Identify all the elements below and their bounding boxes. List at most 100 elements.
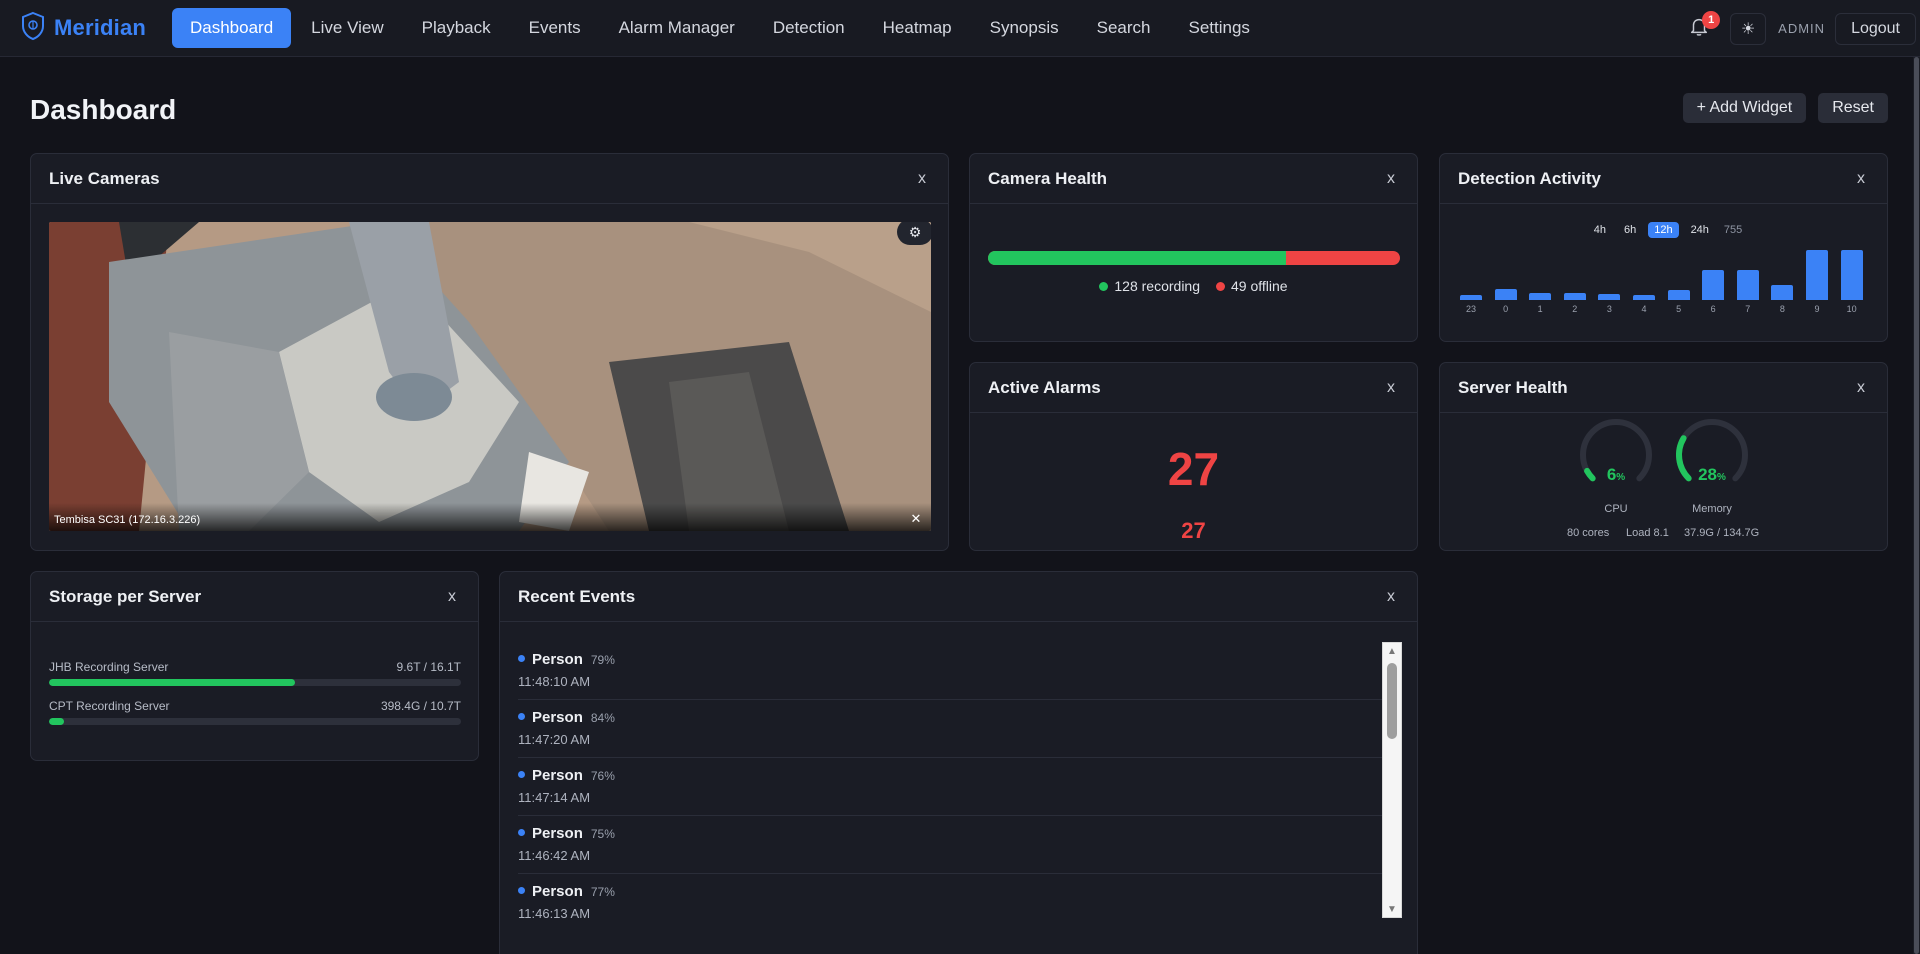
notifications-button[interactable]: 1	[1682, 10, 1721, 46]
cpu-cores: 80 cores	[1567, 527, 1610, 539]
active-alarms-widget: Active Alarms x 27 27	[969, 362, 1418, 551]
event-type: Person	[532, 709, 583, 726]
chart-bar[interactable]	[1460, 295, 1482, 300]
widget-close-button[interactable]: x	[1383, 379, 1399, 397]
chart-tick-label: 2	[1572, 304, 1578, 314]
chart-bar[interactable]	[1563, 292, 1586, 300]
server-health-widget: Server Health x 6% CPU 80 cores Load 8.1…	[1439, 362, 1888, 551]
current-user-label: ADMIN	[1778, 21, 1826, 36]
widget-close-button[interactable]: x	[1383, 588, 1399, 606]
event-item[interactable]: Person 75% 11:46:42 AM	[518, 816, 1383, 874]
event-type: Person	[532, 883, 583, 900]
event-confidence: 77%	[590, 885, 615, 899]
widget-title: Camera Health	[988, 168, 1108, 188]
nav-item-playback[interactable]: Playback	[403, 8, 510, 48]
scroll-up-arrow-icon[interactable]: ▲	[1383, 643, 1401, 659]
chart-bar[interactable]	[1529, 292, 1552, 300]
nav-item-detection[interactable]: Detection	[754, 8, 864, 48]
legend-offline: 49 offline	[1216, 278, 1288, 294]
camera-settings-button[interactable]: ⚙	[897, 222, 931, 245]
chart-bar-column: 7	[1735, 246, 1761, 314]
nav-menu: Dashboard Live View Playback Events Alar…	[172, 8, 1269, 48]
chart-tick-label: 4	[1641, 304, 1647, 314]
nav-item-events[interactable]: Events	[510, 8, 600, 48]
chart-bar[interactable]	[1667, 290, 1690, 300]
detection-total: 755	[1723, 224, 1743, 236]
range-4h-button[interactable]: 4h	[1588, 222, 1612, 238]
chart-bar[interactable]	[1806, 250, 1828, 300]
storage-usage-bar	[49, 718, 461, 725]
cpu-label: CPU	[1604, 503, 1628, 515]
range-12h-button[interactable]: 12h	[1648, 222, 1679, 238]
chart-bar[interactable]	[1633, 295, 1655, 300]
nav-item-synopsis[interactable]: Synopsis	[971, 8, 1078, 48]
nav-item-live-view[interactable]: Live View	[292, 8, 402, 48]
event-item[interactable]: Person 79% 11:48:10 AM	[518, 642, 1383, 700]
nav-right: 1 ☀ ADMIN Logout	[1682, 0, 1920, 57]
close-stream-icon[interactable]: ✕	[909, 511, 923, 526]
event-time: 11:47:20 AM	[518, 732, 591, 747]
event-dot-icon	[518, 887, 525, 894]
widget-close-button[interactable]: x	[1853, 379, 1869, 397]
widget-title: Recent Events	[518, 586, 636, 606]
storage-usage-fill	[49, 679, 295, 686]
widget-close-button[interactable]: x	[444, 588, 460, 606]
nav-item-heatmap[interactable]: Heatmap	[864, 8, 971, 48]
event-item[interactable]: Person 77% 11:46:13 AM	[518, 874, 1383, 920]
widget-header: Camera Health x	[970, 154, 1417, 204]
camera-health-legend: 128 recording 49 offline	[970, 278, 1417, 294]
top-navigation: Meridian Dashboard Live View Playback Ev…	[0, 0, 1920, 57]
detection-activity-widget: Detection Activity x 4h 6h 12h 24h 755 2…	[1439, 153, 1888, 342]
camera-stream[interactable]: ⚙ Tembisa SC31 (172.16.3.226) ✕	[49, 222, 931, 531]
page-title: Dashboard	[30, 94, 177, 125]
chart-bar-column: 10	[1839, 246, 1865, 314]
widget-header: Server Health x	[1440, 363, 1887, 413]
chart-bar-column: 0	[1493, 246, 1519, 314]
chart-bar[interactable]	[1494, 288, 1517, 300]
chart-tick-label: 10	[1846, 304, 1857, 314]
event-item[interactable]: Person 84% 11:47:20 AM	[518, 700, 1383, 758]
cpu-gauge: 6%	[1578, 417, 1654, 493]
event-dot-icon	[518, 713, 525, 720]
range-6h-button[interactable]: 6h	[1618, 222, 1642, 238]
sun-icon: ☀	[1741, 20, 1756, 38]
page-scrollbar[interactable]	[1913, 57, 1920, 954]
event-dot-icon	[518, 655, 525, 662]
events-scrollbar[interactable]: ▲ ▼	[1382, 642, 1402, 918]
chart-bar[interactable]	[1598, 293, 1621, 300]
nav-item-dashboard[interactable]: Dashboard	[172, 8, 292, 48]
nav-item-search[interactable]: Search	[1078, 8, 1170, 48]
camera-frame-image	[49, 222, 931, 531]
add-widget-button[interactable]: + Add Widget	[1682, 93, 1807, 123]
chart-bar[interactable]	[1771, 285, 1794, 300]
brand[interactable]: Meridian	[20, 11, 172, 46]
chart-bar-column: 9	[1804, 246, 1830, 314]
reset-button[interactable]: Reset	[1818, 93, 1888, 123]
event-item[interactable]: Person 76% 11:47:14 AM	[518, 758, 1383, 816]
nav-item-settings[interactable]: Settings	[1169, 8, 1268, 48]
nav-item-alarm-manager[interactable]: Alarm Manager	[600, 8, 754, 48]
chart-bar[interactable]	[1840, 250, 1863, 300]
chart-bar-column: 8	[1769, 246, 1795, 314]
memory-gauge: 28%	[1674, 417, 1750, 493]
storage-server-row: CPT Recording Server 398.4G / 10.7T	[49, 699, 461, 725]
widget-close-button[interactable]: x	[914, 170, 930, 188]
logout-button[interactable]: Logout	[1835, 12, 1916, 45]
scroll-down-arrow-icon[interactable]: ▼	[1383, 901, 1401, 917]
scrollbar-thumb[interactable]	[1387, 663, 1397, 739]
chart-bar[interactable]	[1702, 270, 1725, 300]
chart-bar-column: 2	[1562, 246, 1588, 314]
widget-close-button[interactable]: x	[1383, 170, 1399, 188]
widget-close-button[interactable]: x	[1853, 170, 1869, 188]
cpu-load: Load 8.1	[1626, 527, 1669, 539]
storage-usage-bar	[49, 679, 461, 686]
active-alarm-secondary-count: 27	[1181, 518, 1206, 543]
chart-bar-column: 1	[1527, 246, 1553, 314]
theme-toggle-button[interactable]: ☀	[1730, 12, 1767, 45]
event-confidence: 75%	[590, 827, 615, 841]
range-24h-button[interactable]: 24h	[1685, 222, 1715, 238]
chart-bar[interactable]	[1736, 270, 1759, 300]
event-dot-icon	[518, 829, 525, 836]
page-scrollbar-thumb[interactable]	[1914, 57, 1919, 954]
camera-health-bar	[988, 251, 1400, 265]
